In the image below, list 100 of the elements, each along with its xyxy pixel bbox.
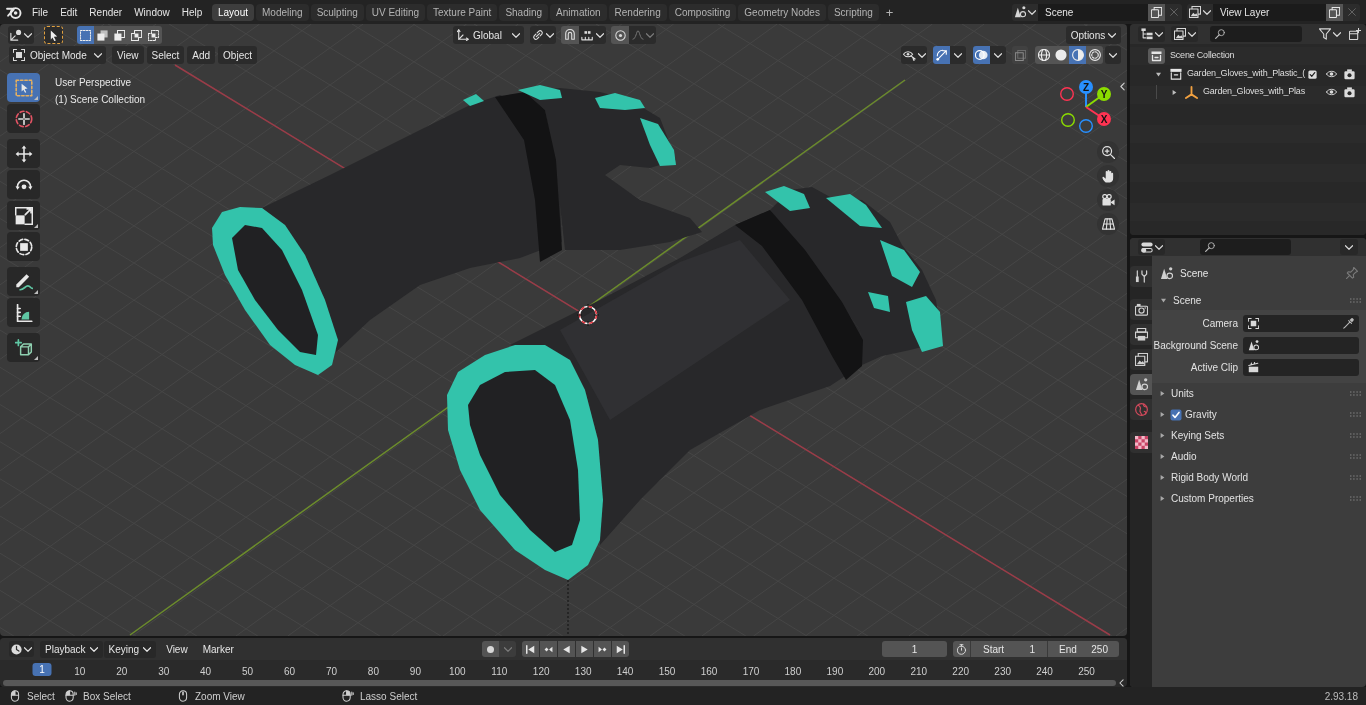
timeline-menu[interactable]: Marker: [196, 640, 240, 658]
workspace-tab[interactable]: Shading: [499, 3, 549, 21]
search-field[interactable]: [1210, 26, 1302, 42]
scale-tool[interactable]: [7, 201, 40, 230]
workspace-tab[interactable]: Layout: [212, 3, 255, 21]
active-tool-button[interactable]: [44, 26, 63, 44]
shading-mode-button[interactable]: [1069, 46, 1086, 64]
zoom-button[interactable]: [1097, 141, 1119, 163]
previous-keyframe-button[interactable]: [540, 641, 557, 657]
current-frame-field[interactable]: 1: [882, 641, 947, 657]
header-menu[interactable]: View: [112, 46, 144, 64]
cursor-tool[interactable]: [7, 104, 40, 133]
panel-title[interactable]: Rigid Body World: [1171, 470, 1249, 485]
visibility-dropdown[interactable]: [901, 46, 927, 64]
auto-keying-toggle[interactable]: [482, 641, 499, 657]
camera-icon[interactable]: [1344, 86, 1355, 98]
start-frame-field[interactable]: Start 1: [970, 641, 1047, 657]
negative-axis-handle[interactable]: [1060, 87, 1074, 101]
selection-mode-button[interactable]: [128, 26, 145, 44]
transform-tool[interactable]: [7, 232, 40, 261]
disclosure-triangle-icon[interactable]: [1160, 297, 1167, 303]
eye-icon[interactable]: [1326, 70, 1337, 78]
axis-handle[interactable]: X: [1085, 106, 1111, 126]
annotate-tool[interactable]: [7, 267, 40, 296]
negative-axis-handle[interactable]: [1061, 113, 1075, 127]
chevron-left-icon[interactable]: [1119, 678, 1124, 687]
workspace-tab[interactable]: Compositing: [668, 3, 737, 21]
selection-mode-button[interactable]: [145, 26, 162, 44]
camera-field[interactable]: [1243, 315, 1359, 332]
proportional-editing-toggle[interactable]: [611, 26, 629, 44]
play-button[interactable]: [576, 641, 593, 657]
disclosure-triangle-icon[interactable]: [1160, 495, 1165, 502]
panel-title[interactable]: Scene: [1173, 292, 1202, 308]
preview-range-toggle[interactable]: [953, 641, 970, 657]
tool-tab[interactable]: [1130, 266, 1152, 287]
menu-item[interactable]: File: [26, 2, 55, 22]
new-collection-button[interactable]: [1348, 26, 1362, 42]
checkbox[interactable]: [1308, 69, 1317, 79]
panel-title[interactable]: Keying Sets: [1171, 428, 1225, 443]
eyedropper-icon[interactable]: [1343, 318, 1354, 329]
snap-toggle[interactable]: [561, 26, 579, 44]
disclosure-triangle-icon[interactable]: [1160, 390, 1165, 397]
filter-dropdown[interactable]: [1316, 26, 1343, 42]
header-menu[interactable]: Select: [146, 46, 185, 64]
duplicate-button[interactable]: [1326, 3, 1343, 21]
menu-item[interactable]: Edit: [54, 2, 84, 22]
header-menu[interactable]: Add: [187, 46, 216, 64]
timeline-menu[interactable]: View: [160, 640, 194, 658]
editor-type-button[interactable]: [1138, 239, 1165, 255]
disclosure-triangle-icon[interactable]: [1160, 411, 1165, 418]
workspace-tab[interactable]: Sculpting: [310, 3, 364, 21]
timeline-scrollbar[interactable]: [3, 679, 1116, 686]
xray-toggle[interactable]: [1012, 46, 1028, 64]
pin-button[interactable]: [1345, 266, 1358, 280]
perspective-button[interactable]: [1097, 213, 1119, 235]
disclosure-triangle-icon[interactable]: [1172, 88, 1177, 96]
workspace-tab[interactable]: UV Editing: [365, 3, 425, 21]
shading-mode-button[interactable]: [1052, 46, 1069, 64]
disclosure-triangle-icon[interactable]: [1155, 71, 1162, 77]
scene-name-field[interactable]: Scene: [1038, 3, 1148, 21]
search-field[interactable]: [1200, 239, 1291, 255]
overlays-toggle[interactable]: [973, 46, 990, 64]
disclosure-triangle-icon[interactable]: [1160, 453, 1165, 460]
display-mode-dropdown[interactable]: [1171, 26, 1198, 42]
pan-button[interactable]: [1097, 165, 1119, 187]
render-tab[interactable]: [1130, 299, 1152, 320]
panel-title[interactable]: Units: [1171, 386, 1194, 401]
checkbox[interactable]: [1170, 408, 1182, 421]
workspace-tab[interactable]: Texture Paint: [427, 3, 498, 21]
camera-view-button[interactable]: [1097, 189, 1119, 211]
play-reverse-button[interactable]: [558, 641, 575, 657]
view-layer-tab[interactable]: [1130, 349, 1152, 370]
jump-to-start-button[interactable]: [522, 641, 539, 657]
options-dropdown[interactable]: Options: [1066, 26, 1121, 44]
add-workspace-button[interactable]: +: [880, 3, 899, 21]
panel-title[interactable]: Audio: [1171, 449, 1197, 464]
workspace-tab[interactable]: Geometry Nodes: [738, 3, 826, 21]
shading-mode-button[interactable]: [1035, 46, 1052, 64]
world-tab[interactable]: [1130, 399, 1152, 420]
workspace-tab[interactable]: Modeling: [256, 3, 309, 21]
scene-browse-button[interactable]: [1012, 3, 1038, 21]
panel-title[interactable]: Custom Properties: [1171, 491, 1254, 506]
timeline-dropdown[interactable]: Keying: [103, 640, 157, 658]
output-tab[interactable]: [1130, 324, 1152, 345]
move-tool[interactable]: [7, 139, 40, 168]
panel-title[interactable]: Gravity: [1185, 407, 1217, 422]
mode-dropdown[interactable]: Object Mode: [9, 46, 106, 64]
snap-target-dropdown[interactable]: [579, 26, 606, 44]
measure-tool[interactable]: [7, 298, 40, 327]
menu-item[interactable]: Help: [175, 2, 209, 22]
orientation-dropdown[interactable]: Global: [453, 26, 524, 44]
outliner-item-label[interactable]: Garden_Gloves_with_Plastic_(: [1187, 67, 1305, 81]
gizmo-dropdown[interactable]: [950, 46, 966, 64]
texture-tab[interactable]: [1130, 432, 1152, 453]
rotate-tool[interactable]: [7, 170, 40, 199]
selection-mode-button[interactable]: [94, 26, 111, 44]
active-clip-field[interactable]: [1243, 359, 1359, 376]
disclosure-triangle-icon[interactable]: [1160, 474, 1165, 481]
overlays-dropdown[interactable]: [990, 46, 1006, 64]
outliner-item-label[interactable]: Scene Collection: [1170, 49, 1235, 63]
